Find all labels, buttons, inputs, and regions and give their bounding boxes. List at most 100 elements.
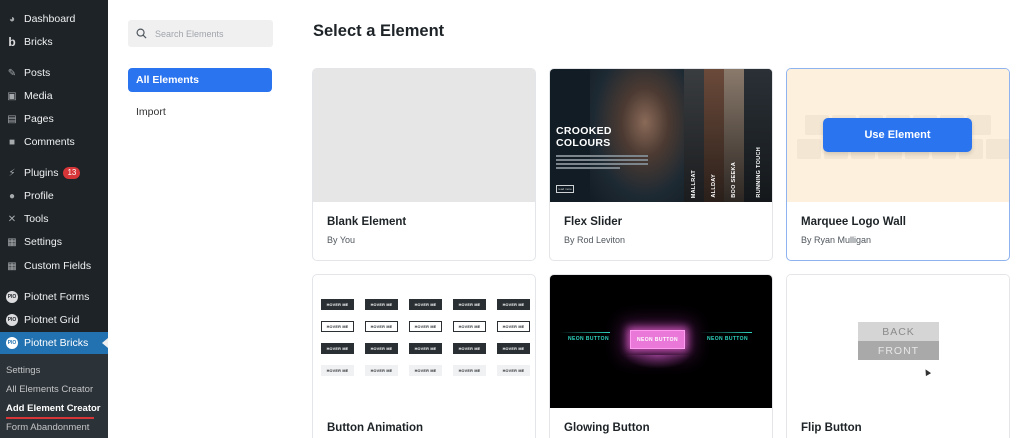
element-card-flip-button[interactable]: BACK FRONT Flip Button <box>786 274 1010 438</box>
hover-me-chip: HOVER ME <box>409 321 442 332</box>
piotnet-logo-icon: PIO <box>6 337 18 349</box>
sidebar-item-label: Custom Fields <box>24 260 92 272</box>
slide-label: MALLRAT <box>691 169 697 198</box>
hover-me-chip: HOVER ME <box>365 321 398 332</box>
slide-label: RUNNING TOUCH <box>756 147 762 198</box>
hover-me-chip: HOVER ME <box>453 343 486 354</box>
sidebar-item-label: Media <box>24 90 53 102</box>
cursor-icon <box>922 367 932 377</box>
glow-reflection <box>624 355 691 369</box>
card-title: Flex Slider <box>564 216 623 228</box>
sidebar-item-profile[interactable]: ● Profile <box>0 185 108 207</box>
sidebar-item-bricks[interactable]: b Bricks <box>0 31 108 53</box>
submenu-item-all-elements-creator[interactable]: All Elements Creator <box>6 384 93 395</box>
wrench-icon: ✕ <box>7 213 17 225</box>
sidebar-item-label: Tools <box>24 213 49 225</box>
piotnet-logo-glyph: PIO <box>6 337 18 349</box>
card-thumbnail: NEON BUTTON NEON BUTTON NEON BUTTON <box>550 275 772 408</box>
sidebar-item-pages[interactable]: ▤ Pages <box>0 108 108 130</box>
hover-me-chip: HOVER ME <box>321 343 354 354</box>
sidebar-item-label: Pages <box>24 113 54 125</box>
sidebar-item-posts[interactable]: ✎ Posts <box>0 62 108 84</box>
sidebar-item-label: Piotnet Grid <box>24 314 80 326</box>
sidebar-item-label: Piotnet Bricks <box>24 337 89 349</box>
user-icon: ● <box>8 190 16 202</box>
search-input[interactable] <box>155 28 265 39</box>
hover-me-chip: HOVER ME <box>453 299 486 310</box>
sidebar-item-plugins[interactable]: ⚡ Plugins 13 <box>0 162 108 184</box>
hover-me-chip: HOVER ME <box>497 343 530 354</box>
sidebar-item-custom-fields[interactable]: ▦ Custom Fields <box>0 255 108 277</box>
card-title: Flip Button <box>801 422 862 434</box>
search-icon <box>136 28 147 39</box>
sidebar-item-tools[interactable]: ✕ Tools <box>0 208 108 230</box>
piotnet-logo-icon: PIO <box>6 314 18 326</box>
element-card-marquee-logo-wall[interactable]: Use Element Marquee Logo Wall By Ryan Mu… <box>786 68 1010 261</box>
card-title: Glowing Button <box>564 422 650 434</box>
logo-tile <box>797 139 821 159</box>
hover-me-chip: HOVER ME <box>453 321 486 332</box>
neon-line <box>700 332 752 333</box>
piotnet-logo-icon: PIO <box>6 291 18 303</box>
sidebar-item-label: Settings <box>24 236 62 248</box>
hover-me-chip: HOVER ME <box>409 299 442 310</box>
piotnet-logo-glyph: PIO <box>6 291 18 303</box>
hover-chip-grid: HOVER ME HOVER ME HOVER ME HOVER ME HOVER ME… <box>321 299 530 376</box>
card-title: Blank Element <box>327 216 407 228</box>
filter-import[interactable]: Import <box>136 106 166 118</box>
piotnet-logo-glyph: PIO <box>6 314 18 326</box>
submenu-item-form-abandonment[interactable]: Form Abandonment <box>6 422 89 433</box>
sidebar-item-settings[interactable]: ▦ Settings <box>0 231 108 253</box>
sidebar-item-label: Bricks <box>24 36 53 48</box>
sidebar-item-piotnet-bricks[interactable]: PIO Piotnet Bricks <box>0 332 108 354</box>
pages-icon: ▤ <box>7 113 17 125</box>
sidebar-item-label: Comments <box>24 136 75 148</box>
use-element-button[interactable]: Use Element <box>823 118 972 152</box>
hover-me-chip: HOVER ME <box>409 365 442 376</box>
hover-me-chip: HOVER ME <box>453 365 486 376</box>
element-card-glowing-button[interactable]: NEON BUTTON NEON BUTTON NEON BUTTON Glow… <box>549 274 773 438</box>
element-card-button-animation[interactable]: HOVER ME HOVER ME HOVER ME HOVER ME HOVER ME… <box>312 274 536 438</box>
table-icon: ▦ <box>7 260 17 272</box>
element-card-flex-slider[interactable]: CROOKED COLOURS read more MALLRAT ALLDAY… <box>549 68 773 261</box>
filter-all-elements[interactable]: All Elements <box>128 68 272 92</box>
card-author: By Ryan Mulligan <box>801 235 872 245</box>
dashboard-icon: ◕ <box>8 13 16 25</box>
sidebar-item-label: Profile <box>24 190 54 202</box>
admin-sidebar: ◕ Dashboard b Bricks ✎ Posts ▣ Media ▤ P… <box>0 0 108 438</box>
update-count-badge: 13 <box>63 167 81 179</box>
element-card-blank[interactable]: Blank Element By You <box>312 68 536 261</box>
submenu-item-settings[interactable]: Settings <box>6 365 40 376</box>
hover-me-chip: HOVER ME <box>365 343 398 354</box>
hover-me-chip: HOVER ME <box>321 365 354 376</box>
neon-button-left: NEON BUTTON <box>568 336 609 342</box>
sidebar-item-comments[interactable]: ■ Comments <box>0 131 108 153</box>
sidebar-item-label: Dashboard <box>24 13 76 25</box>
hover-me-chip: HOVER ME <box>409 343 442 354</box>
sidebar-item-label: Piotnet Forms <box>24 291 90 303</box>
card-author: By You <box>327 235 356 245</box>
sidebar-item-piotnet-grid[interactable]: PIO Piotnet Grid <box>0 309 108 331</box>
sidebar-item-piotnet-forms[interactable]: PIO Piotnet Forms <box>0 286 108 308</box>
sidebar-item-dashboard[interactable]: ◕ Dashboard <box>0 8 108 30</box>
slider-button-label: read more <box>558 187 572 191</box>
bricks-icon: b <box>8 35 16 49</box>
current-item-underline <box>6 417 94 419</box>
flip-front-face: FRONT <box>858 341 939 360</box>
submenu-item-add-element-creator[interactable]: Add Element Creator <box>6 403 101 414</box>
slide-label: ALLDAY <box>711 174 717 198</box>
media-icon: ▣ <box>7 90 17 102</box>
slider-body-text <box>556 155 648 171</box>
slide-label: BOO SEEKA <box>731 162 737 198</box>
card-thumbnail: HOVER ME HOVER ME HOVER ME HOVER ME HOVER ME… <box>313 275 535 408</box>
sidebar-item-label: Plugins <box>24 167 59 179</box>
sidebar-item-media[interactable]: ▣ Media <box>0 85 108 107</box>
logo-tile <box>986 139 1009 159</box>
card-thumbnail: Use Element <box>787 69 1009 202</box>
hover-me-chip: HOVER ME <box>365 299 398 310</box>
search-box[interactable] <box>128 20 273 47</box>
card-title: Marquee Logo Wall <box>801 216 906 228</box>
hover-me-chip: HOVER ME <box>497 299 530 310</box>
settings-icon: ▦ <box>7 236 17 248</box>
card-thumbnail <box>313 69 535 202</box>
